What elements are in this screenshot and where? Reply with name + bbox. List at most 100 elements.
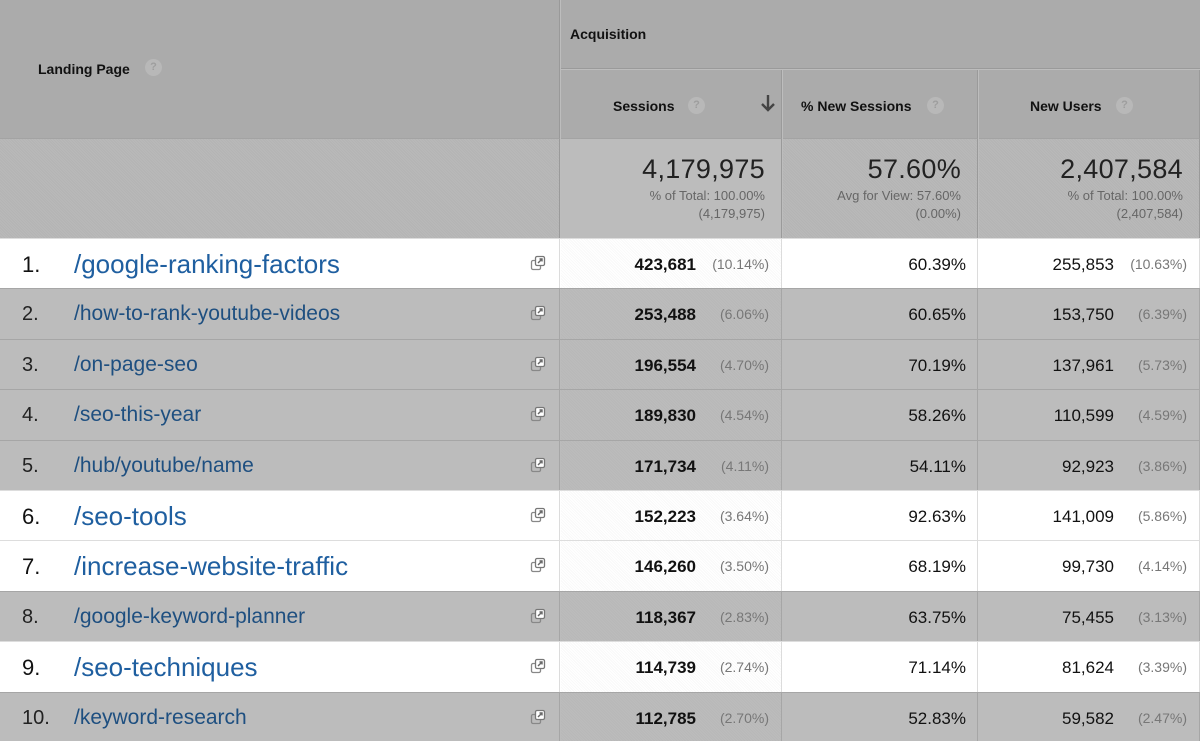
sessions-cell: 114,739 (2.74%): [561, 642, 782, 692]
sessions-value: 152,223: [634, 507, 696, 526]
table-row: 9. /seo-techniques 114,739 (2.74%) 71.14…: [0, 641, 1200, 692]
sessions-value: 146,260: [634, 557, 696, 576]
new-users-total-cell: 2,407,584 % of Total: 100.00% (2,407,584…: [979, 138, 1200, 238]
open-in-new-window-icon[interactable]: [529, 405, 547, 423]
new-users-percent: (3.39%): [1137, 659, 1187, 675]
sessions-value: 189,830: [634, 406, 696, 425]
new-users-value: 137,961: [1052, 356, 1114, 375]
sessions-value: 253,488: [634, 305, 696, 324]
landing-page-link[interactable]: /hub/youtube/name: [74, 454, 254, 478]
sort-descending-arrow-icon[interactable]: [759, 92, 777, 114]
new-sessions-cell: 54.11%: [783, 441, 978, 491]
sessions-total-share: % of Total: 100.00%: [649, 188, 765, 203]
sessions-column-header[interactable]: Sessions ?: [561, 70, 782, 138]
row-rank: 5.: [22, 455, 39, 477]
help-icon[interactable]: ?: [145, 59, 162, 76]
new-users-percent: (3.86%): [1137, 458, 1187, 474]
landing-page-column-header[interactable]: Landing Page ?: [0, 0, 560, 138]
landing-page-cell: 2. /how-to-rank-youtube-videos: [0, 289, 560, 339]
new-sessions-cell: 70.19%: [783, 340, 978, 390]
open-in-new-window-icon[interactable]: [529, 456, 547, 474]
new-users-cell: 141,009 (5.86%): [979, 491, 1200, 541]
landing-page-cell: 8. /google-keyword-planner: [0, 592, 560, 642]
open-in-new-window-icon[interactable]: [529, 607, 547, 625]
new-users-percent: (5.73%): [1137, 357, 1187, 373]
new-users-percent: (2.47%): [1137, 710, 1187, 726]
help-icon[interactable]: ?: [927, 97, 944, 114]
landing-page-link[interactable]: /google-keyword-planner: [74, 605, 305, 629]
landing-page-link[interactable]: /how-to-rank-youtube-videos: [74, 302, 340, 326]
table-row: 2. /how-to-rank-youtube-videos 253,488 (…: [0, 288, 1200, 339]
sessions-total-absolute: (4,179,975): [698, 206, 766, 221]
new-sessions-cell: 52.83%: [783, 693, 978, 741]
sessions-value: 118,367: [635, 608, 696, 627]
landing-page-report-table: Landing Page ? Acquisition Sessions ? % …: [0, 0, 1200, 741]
sessions-percent: (4.54%): [719, 407, 769, 423]
sessions-percent: (2.70%): [719, 710, 769, 726]
new-users-header-label: New Users: [1030, 98, 1102, 114]
new-sessions-cell: 68.19%: [783, 541, 978, 591]
table-row: 10. /keyword-research 112,785 (2.70%) 52…: [0, 692, 1200, 741]
new-users-cell: 137,961 (5.73%): [979, 340, 1200, 390]
landing-page-link[interactable]: /seo-techniques: [74, 652, 258, 683]
sessions-value: 423,681: [634, 255, 696, 274]
new-sessions-value: 58.26%: [908, 406, 966, 425]
new-sessions-value: 70.19%: [908, 356, 966, 375]
new-users-percent: (3.13%): [1137, 609, 1187, 625]
table-row: 6. /seo-tools 152,223 (3.64%) 92.63% 141…: [0, 490, 1200, 541]
open-in-new-window-icon[interactable]: [529, 355, 547, 373]
row-rank: 9.: [22, 655, 41, 680]
landing-page-cell: 5. /hub/youtube/name: [0, 441, 560, 491]
open-in-new-window-icon[interactable]: [529, 506, 547, 524]
sessions-percent: (3.50%): [719, 558, 769, 574]
sessions-cell: 196,554 (4.70%): [561, 340, 782, 390]
new-sessions-value: 68.19%: [908, 557, 966, 576]
new-sessions-value: 52.83%: [908, 709, 966, 728]
open-in-new-window-icon[interactable]: [529, 556, 547, 574]
landing-page-link[interactable]: /seo-this-year: [74, 403, 201, 427]
landing-page-link[interactable]: /seo-tools: [74, 501, 187, 532]
new-sessions-cell: 63.75%: [783, 592, 978, 642]
new-users-cell: 59,582 (2.47%): [979, 693, 1200, 741]
new-sessions-cell: 92.63%: [783, 491, 978, 541]
sessions-cell: 118,367 (2.83%): [561, 592, 782, 642]
new-sessions-total-cell: 57.60% Avg for View: 57.60% (0.00%): [783, 138, 978, 238]
new-users-cell: 92,923 (3.86%): [979, 441, 1200, 491]
help-icon[interactable]: ?: [1116, 97, 1133, 114]
new-sessions-value: 54.11%: [909, 457, 966, 476]
new-users-total-value: 2,407,584: [1060, 154, 1183, 184]
sessions-value: 112,785: [635, 709, 696, 728]
landing-page-link[interactable]: /on-page-seo: [74, 353, 198, 377]
sessions-header-label: Sessions: [613, 98, 675, 114]
open-in-new-window-icon[interactable]: [529, 657, 547, 675]
new-sessions-value: 60.39%: [908, 255, 966, 274]
landing-page-cell: 6. /seo-tools: [0, 491, 560, 541]
new-users-cell: 99,730 (4.14%): [979, 541, 1200, 591]
landing-page-cell: 10. /keyword-research: [0, 693, 560, 741]
new-sessions-value: 71.14%: [908, 658, 966, 677]
new-users-column-header[interactable]: New Users ?: [979, 70, 1200, 138]
landing-page-link[interactable]: /google-ranking-factors: [74, 249, 340, 280]
new-sessions-column-header[interactable]: % New Sessions ?: [783, 70, 978, 138]
new-sessions-cell: 60.65%: [783, 289, 978, 339]
open-in-new-window-icon[interactable]: [529, 254, 547, 272]
new-users-value: 153,750: [1052, 305, 1114, 324]
landing-page-link[interactable]: /increase-website-traffic: [74, 551, 348, 582]
table-row: 3. /on-page-seo 196,554 (4.70%) 70.19% 1…: [0, 339, 1200, 390]
new-users-total-share: % of Total: 100.00%: [1067, 188, 1183, 203]
sessions-total-value: 4,179,975: [642, 154, 765, 184]
new-users-cell: 153,750 (6.39%): [979, 289, 1200, 339]
open-in-new-window-icon[interactable]: [529, 304, 547, 322]
new-users-value: 99,730: [1062, 557, 1114, 576]
row-rank: 4.: [22, 404, 39, 426]
new-users-percent: (6.39%): [1137, 306, 1187, 322]
help-icon[interactable]: ?: [688, 97, 705, 114]
sessions-percent: (6.06%): [719, 306, 769, 322]
open-in-new-window-icon[interactable]: [529, 708, 547, 726]
acquisition-group-header: Acquisition: [561, 0, 1200, 69]
row-rank: 1.: [22, 252, 41, 277]
landing-page-cell: 1. /google-ranking-factors: [0, 239, 560, 289]
sessions-percent: (4.70%): [719, 357, 769, 373]
landing-page-link[interactable]: /keyword-research: [74, 706, 247, 730]
landing-page-cell: 4. /seo-this-year: [0, 390, 560, 440]
